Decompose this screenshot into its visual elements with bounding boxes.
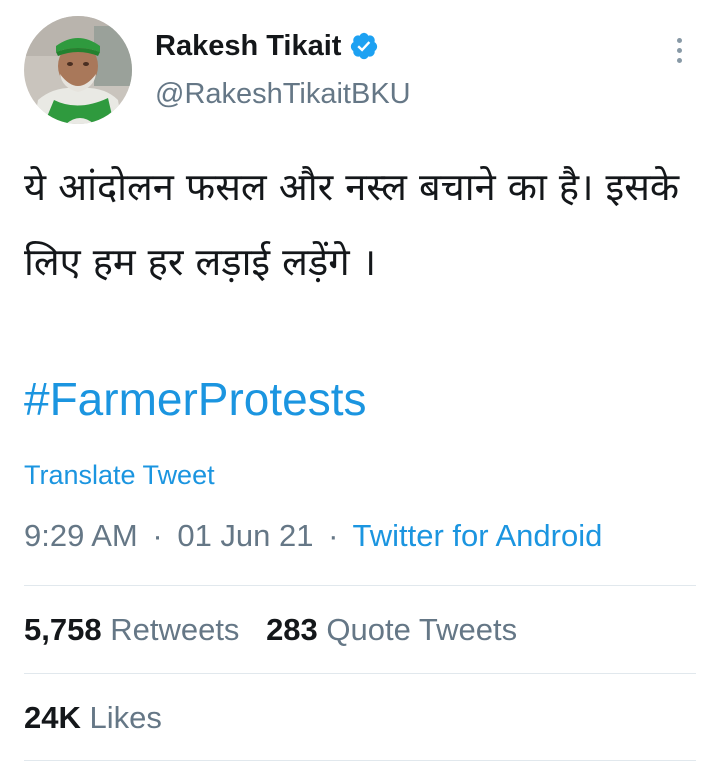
hashtag-link[interactable]: #FarmerProtests — [24, 372, 367, 426]
likes-stat[interactable]: 24K Likes — [24, 700, 162, 735]
likes-label: Likes — [89, 700, 162, 735]
author-handle[interactable]: @RakeshTikaitBKU — [155, 78, 411, 111]
tweet-meta-row: 9:29 AM · 01 Jun 21 · Twitter for Androi… — [24, 518, 602, 554]
retweets-count: 5,758 — [24, 612, 102, 647]
quote-tweets-count: 283 — [266, 612, 318, 647]
likes-count: 24K — [24, 700, 81, 735]
translate-tweet-link[interactable]: Translate Tweet — [24, 460, 215, 491]
divider — [24, 585, 696, 586]
tweet-time[interactable]: 9:29 AM — [24, 518, 138, 553]
quote-tweets-label: Quote Tweets — [326, 612, 518, 647]
verified-badge-icon — [349, 31, 379, 61]
avatar[interactable] — [24, 16, 132, 124]
tweet-date[interactable]: 01 Jun 21 — [177, 518, 313, 553]
engagement-stats-row: 5,758 Retweets 283 Quote Tweets — [24, 612, 517, 648]
likes-row: 24K Likes — [24, 700, 162, 736]
divider — [24, 673, 696, 674]
more-dot — [676, 47, 682, 53]
author-display-name[interactable]: Rakesh Tikait — [155, 30, 341, 63]
tweet-source-link[interactable]: Twitter for Android — [353, 518, 603, 553]
retweets-label: Retweets — [110, 612, 240, 647]
meta-separator: · — [328, 518, 339, 553]
more-dot — [676, 57, 682, 63]
tweet-text: ये आंदोलन फसल और नस्ल बचाने का है। इसके … — [24, 165, 680, 284]
meta-separator: · — [152, 518, 163, 553]
divider — [24, 760, 696, 761]
quote-tweets-stat[interactable]: 283 Quote Tweets — [266, 612, 517, 647]
retweets-stat[interactable]: 5,758 Retweets — [24, 612, 248, 647]
avatar-image — [24, 16, 132, 124]
more-options-icon[interactable] — [664, 32, 694, 68]
more-dot — [676, 37, 682, 43]
author-name-row[interactable]: Rakesh Tikait — [155, 26, 379, 66]
